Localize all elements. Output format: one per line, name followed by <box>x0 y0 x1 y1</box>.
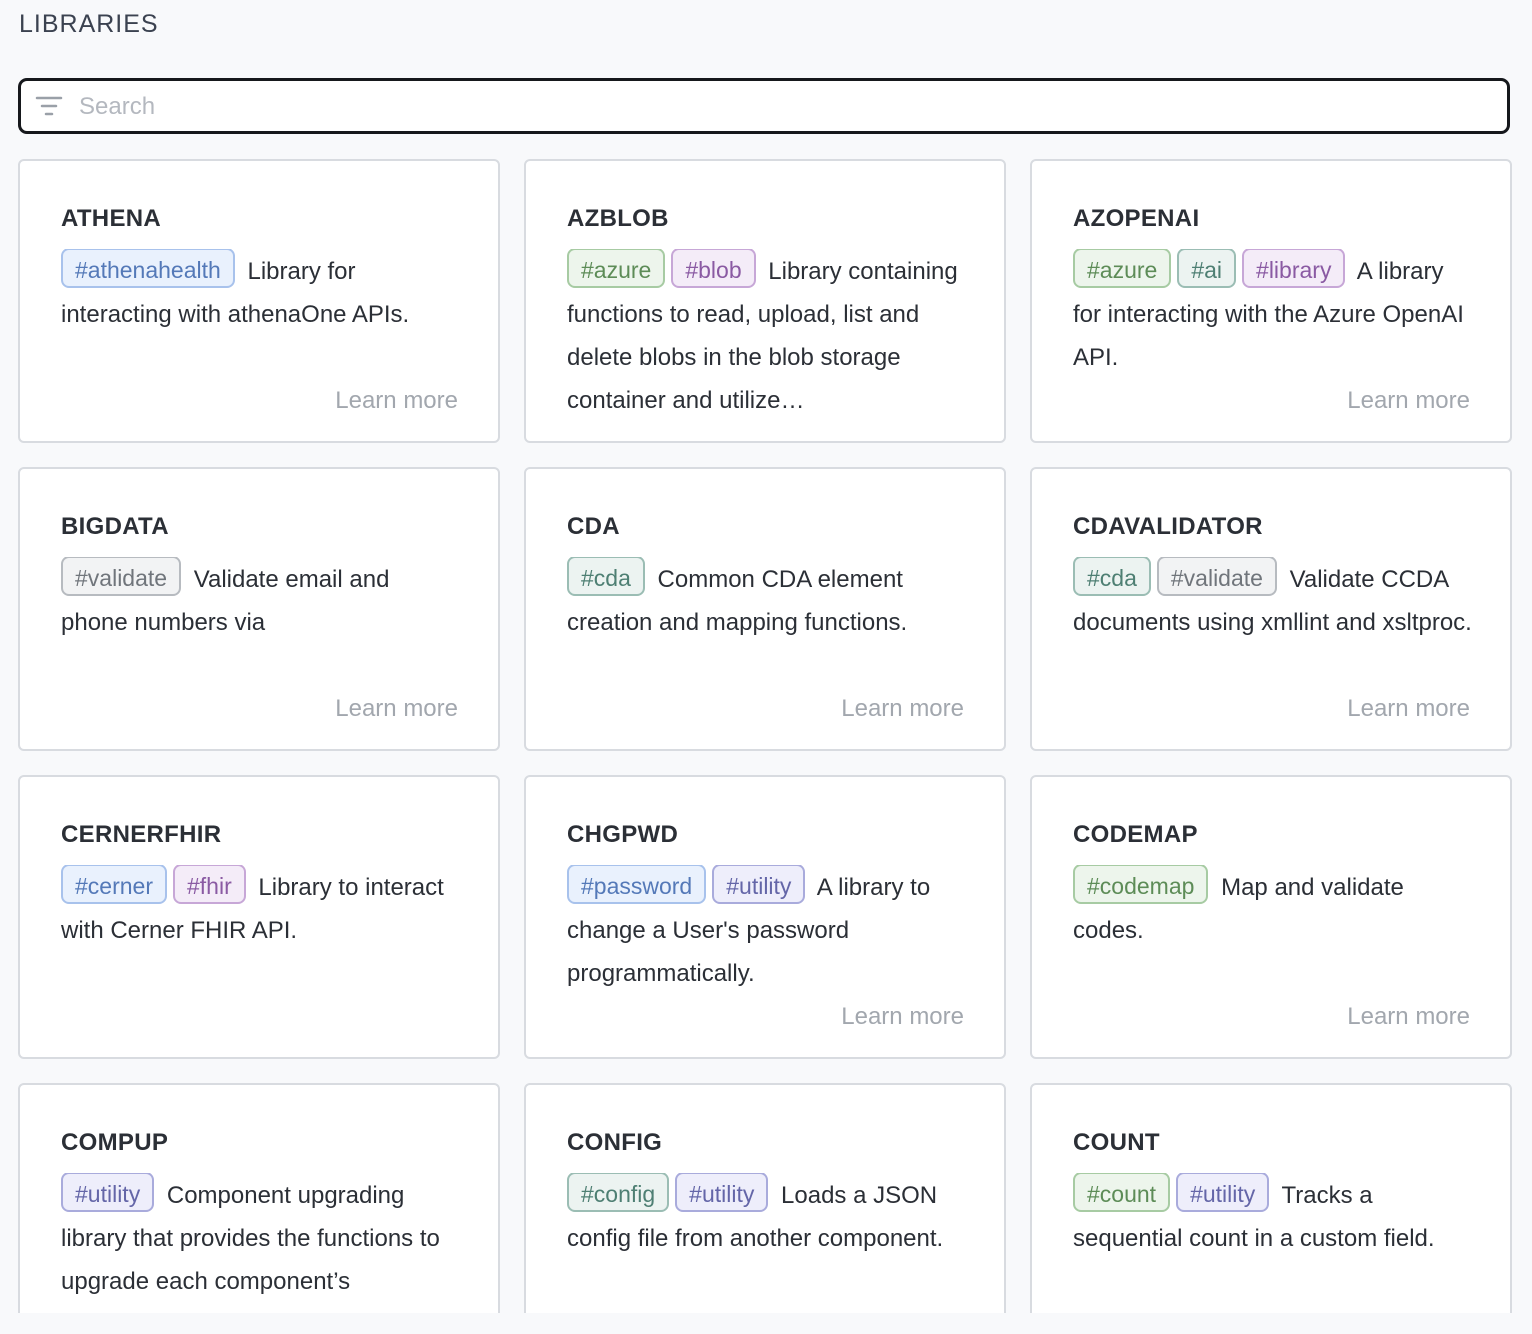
tag-blob[interactable]: #blob <box>671 249 756 288</box>
page-bottom <box>0 1313 1532 1334</box>
search-box[interactable] <box>18 78 1510 134</box>
tag-count[interactable]: #count <box>1073 1173 1171 1212</box>
learn-more-link[interactable]: Learn more <box>1347 387 1470 415</box>
tag-validate[interactable]: #validate <box>61 557 182 596</box>
library-card-cdavalidator[interactable]: CDAVALIDATOR #cda #validate Validate CCDA … <box>1030 467 1512 751</box>
filter-icon <box>35 94 63 118</box>
library-body: #cerner #fhir Library to interact with Ce… <box>61 865 460 952</box>
tag-config[interactable]: #config <box>567 1173 670 1212</box>
library-body: #config #utility Loads a JSON config file… <box>567 1173 966 1260</box>
library-body: #azure #blob Library containing functions… <box>567 249 966 421</box>
library-title: CODEMAP <box>1073 821 1198 848</box>
library-card-bigdata[interactable]: BIGDATA #validate Validate email and phon… <box>18 467 500 751</box>
search-input[interactable] <box>77 89 1481 125</box>
library-body: #athenahealth Library for interacting wi… <box>61 249 460 336</box>
tag-validate[interactable]: #validate <box>1156 557 1277 596</box>
tag-cerner[interactable]: #cerner <box>61 865 167 904</box>
library-title: CDAVALIDATOR <box>1073 513 1263 540</box>
library-body: #password #utility A library to change a … <box>567 865 966 995</box>
learn-more-link[interactable]: Learn more <box>1347 1003 1470 1031</box>
library-card-athena[interactable]: ATHENA #athenahealth Library for interact… <box>18 159 500 443</box>
library-card-config[interactable]: CONFIG #config #utility Loads a JSON confi… <box>524 1083 1006 1313</box>
library-body: #count #utility Tracks a sequential count… <box>1073 1173 1472 1260</box>
library-title: AZBLOB <box>567 205 669 232</box>
learn-more-link[interactable]: Learn more <box>841 695 964 723</box>
library-title: BIGDATA <box>61 513 169 540</box>
library-card-codemap[interactable]: CODEMAP #codemap Map and validate codes. L… <box>1030 775 1512 1059</box>
tag-password[interactable]: #password <box>567 865 707 904</box>
library-body: #cda Common CDA element creation and map… <box>567 557 966 644</box>
tag-fhir[interactable]: #fhir <box>172 865 246 904</box>
library-card-cda[interactable]: CDA #cda Common CDA element creation and … <box>524 467 1006 751</box>
library-card-compup[interactable]: COMPUP #utility Component upgrading libra… <box>18 1083 500 1313</box>
library-title: CDA <box>567 513 620 540</box>
library-body: #codemap Map and validate codes. <box>1073 865 1472 952</box>
library-body: #cda #validate Validate CCDA documents us… <box>1073 557 1472 644</box>
library-card-azblob[interactable]: AZBLOB #azure #blob Library containing fun… <box>524 159 1006 443</box>
library-body: #azure #ai #library A library for interact… <box>1073 249 1472 379</box>
tag-cda[interactable]: #cda <box>1073 557 1151 596</box>
library-title: COMPUP <box>61 1129 169 1156</box>
tag-library[interactable]: #library <box>1242 249 1346 288</box>
tag-azure[interactable]: #azure <box>567 249 666 288</box>
library-card-count[interactable]: COUNT #count #utility Tracks a sequential … <box>1030 1083 1512 1313</box>
library-card-chgpwd[interactable]: CHGPWD #password #utility A library to cha… <box>524 775 1006 1059</box>
library-grid: ATHENA #athenahealth Library for interact… <box>18 159 1512 1313</box>
library-card-cernerfhir[interactable]: CERNERFHIR #cerner #fhir Library to intera… <box>18 775 500 1059</box>
tag-utility[interactable]: #utility <box>712 865 806 904</box>
tag-athenahealth[interactable]: #athenahealth <box>61 249 235 288</box>
library-body: #utility Component upgrading library tha… <box>61 1173 460 1303</box>
library-title: ATHENA <box>61 205 162 232</box>
library-body: #validate Validate email and phone numbe… <box>61 557 460 644</box>
library-title: CONFIG <box>567 1129 663 1156</box>
learn-more-link[interactable]: Learn more <box>1347 695 1470 723</box>
library-title: AZOPENAI <box>1073 205 1200 232</box>
library-title: CERNERFHIR <box>61 821 222 848</box>
tag-codemap[interactable]: #codemap <box>1073 865 1209 904</box>
tag-ai[interactable]: #ai <box>1177 249 1237 288</box>
tag-azure[interactable]: #azure <box>1073 249 1172 288</box>
library-title: COUNT <box>1073 1129 1160 1156</box>
page-title: LIBRARIES <box>19 10 159 38</box>
tag-utility[interactable]: #utility <box>61 1173 155 1212</box>
learn-more-link[interactable]: Learn more <box>841 1003 964 1031</box>
library-title: CHGPWD <box>567 821 679 848</box>
tag-utility[interactable]: #utility <box>1176 1173 1270 1212</box>
tag-utility[interactable]: #utility <box>675 1173 769 1212</box>
tag-cda[interactable]: #cda <box>567 557 645 596</box>
learn-more-link[interactable]: Learn more <box>335 387 458 415</box>
library-card-azopenai[interactable]: AZOPENAI #azure #ai #library A library for … <box>1030 159 1512 443</box>
learn-more-link[interactable]: Learn more <box>335 695 458 723</box>
